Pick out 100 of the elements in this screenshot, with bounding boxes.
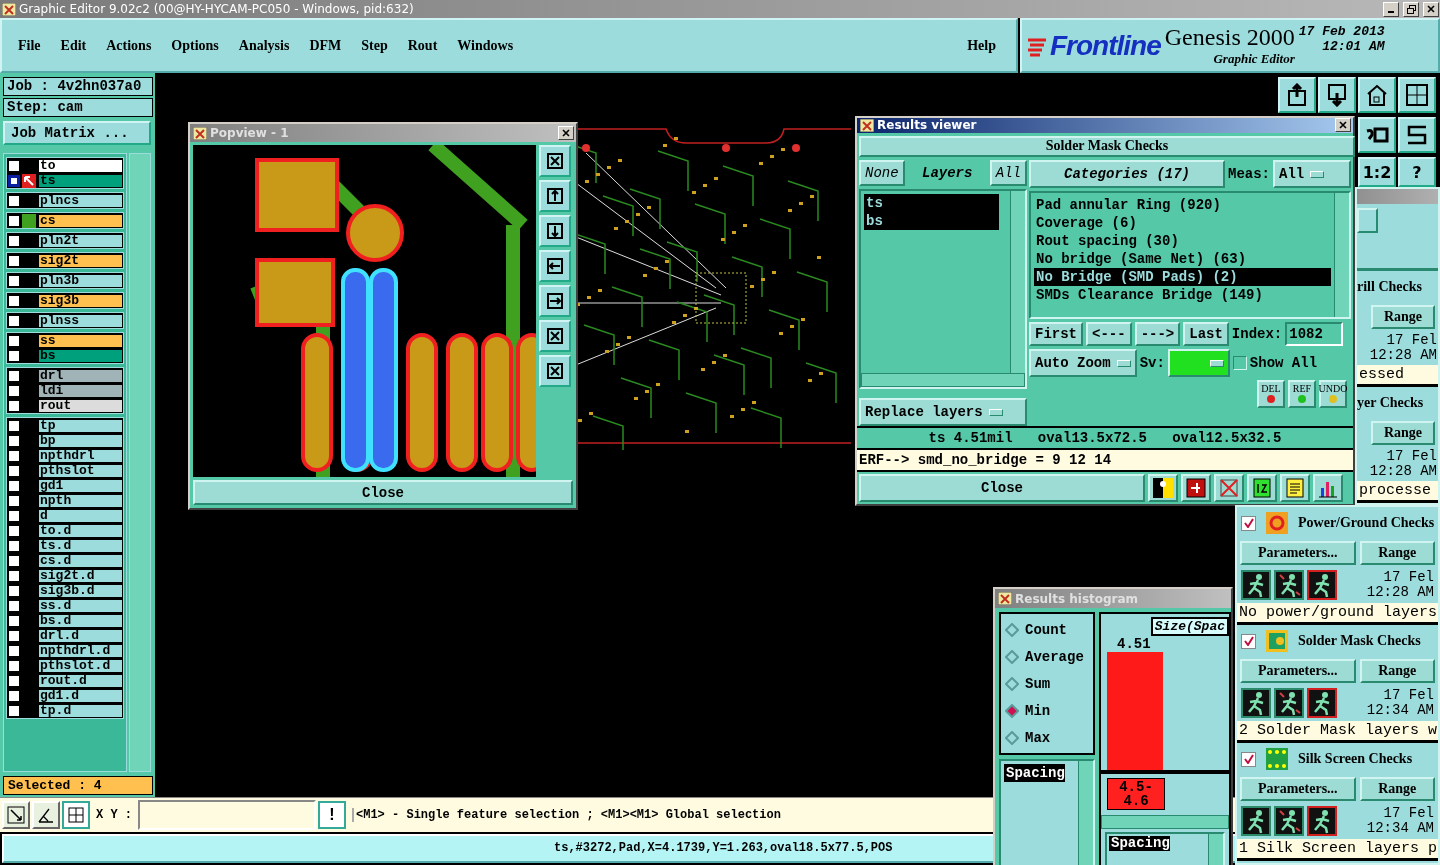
radio-button[interactable] [1005,622,1019,637]
layer-item[interactable]: ts [864,194,999,212]
layer-name[interactable]: cs.d [38,553,123,568]
radio-button[interactable] [1005,703,1019,718]
house-icon[interactable] [1358,77,1396,113]
numbered-page-icon[interactable] [1247,474,1277,502]
nav-button[interactable]: Last [1183,322,1229,346]
layer-name[interactable]: rout.d [38,673,123,688]
nav-button[interactable]: First [1029,322,1083,346]
alert-button[interactable]: ! [318,801,346,829]
close-button[interactable] [1335,118,1351,133]
action-button[interactable]: DEL [1257,380,1285,408]
category-item[interactable]: No bridge (Same Net) (63) [1034,250,1331,268]
running-figure-icon[interactable] [1274,806,1304,836]
scrollbar[interactable] [1334,193,1349,317]
layer-name[interactable]: rout [38,398,123,413]
layer-name[interactable]: gd1 [38,478,123,493]
scrollbar[interactable] [861,373,1025,387]
scrollbar[interactable] [1208,834,1223,865]
list-item[interactable]: Spacing [1109,836,1170,851]
show-all-checkbox[interactable] [1232,356,1247,370]
layer-name[interactable]: to.d [38,523,123,538]
layer-name[interactable]: sig2t.d [38,568,123,583]
check-checkbox[interactable] [1241,633,1256,649]
layer-checkbox[interactable] [8,599,20,612]
layer-name[interactable]: sig2t [38,253,123,268]
nav-button[interactable]: <--- [1086,322,1132,346]
layer-name[interactable]: pln2t [38,233,123,248]
layer-name[interactable]: bs.d [38,613,123,628]
menu-item[interactable]: Windows [447,37,524,54]
layer-checkbox[interactable] [8,274,20,287]
index-field[interactable]: 1082 [1285,322,1344,346]
view-tool-icon[interactable] [539,250,571,283]
layer-checkbox[interactable] [8,254,20,267]
layer-checkbox[interactable] [8,659,20,672]
layer-name[interactable]: drl.d [38,628,123,643]
layer-name[interactable]: ss [38,333,123,348]
layer-checkbox[interactable] [8,449,20,462]
layer-checkbox[interactable] [8,214,20,227]
close-button[interactable] [1423,1,1439,17]
menu-item[interactable]: Analysis [228,37,300,54]
check-checkbox[interactable] [1241,751,1256,767]
layer-checkbox[interactable] [8,234,20,247]
layer-name[interactable]: bs [38,348,123,363]
layer-checkbox[interactable] [8,384,20,397]
panel-button[interactable] [1357,208,1378,234]
meas-dropdown[interactable]: All [1273,160,1351,188]
menu-item[interactable]: DFM [299,37,352,54]
range-button[interactable]: Range [1359,777,1435,801]
running-figure-icon[interactable] [1241,806,1271,836]
layer-checkbox[interactable] [8,479,20,492]
close-button[interactable]: Close [193,480,573,505]
job-matrix-button[interactable]: Job Matrix ... [3,121,151,145]
action-button[interactable]: REF [1288,380,1316,408]
person-icon[interactable] [1148,474,1178,502]
check-checkbox[interactable] [1241,515,1256,531]
severity-dropdown[interactable] [1167,349,1230,377]
layer-checkbox[interactable] [8,369,20,382]
view-tool-icon[interactable] [539,145,571,178]
menu-item[interactable]: Actions [96,37,162,54]
view-tool-icon[interactable] [539,355,571,388]
none-button[interactable]: None [859,160,905,186]
toolbar-button[interactable]: ? [1398,157,1436,187]
scrollbar[interactable] [1078,761,1093,865]
category-item[interactable]: Coverage (6) [1034,214,1331,232]
menu-item[interactable]: File [8,37,51,54]
layer-checkbox[interactable] [8,399,20,412]
layer-checkbox[interactable] [8,509,20,522]
view-tool-icon[interactable] [539,180,571,213]
layer-name[interactable]: pthslot [38,463,123,478]
menu-item[interactable]: Options [161,37,229,54]
layer-checkbox[interactable] [8,569,20,582]
running-figure-icon[interactable] [1274,570,1304,600]
layer-checkbox[interactable] [8,434,20,447]
layer-name[interactable]: tp [38,418,123,433]
radio-button[interactable] [1005,676,1019,691]
all-button[interactable]: All [989,160,1027,186]
layer-checkbox[interactable] [8,314,20,327]
note-icon[interactable] [1280,474,1310,502]
angle-icon[interactable] [32,801,60,829]
layer-name[interactable]: tp.d [38,703,123,718]
crossed-out-icon[interactable] [1214,474,1244,502]
menu-item[interactable]: Rout [397,37,448,54]
layer-name[interactable]: ts.d [38,538,123,553]
layer-name[interactable]: sig3b [38,293,123,308]
tray-down-icon[interactable] [1318,77,1356,113]
exit-icon[interactable] [1181,474,1211,502]
category-item[interactable]: SMDs Clearance Bridge (149) [1034,286,1331,304]
parameters-button[interactable]: Parameters... [1240,777,1356,801]
layer-checkbox[interactable] [8,294,20,307]
restore-button[interactable] [1403,1,1419,17]
scrollbar[interactable] [1101,815,1229,829]
running-figure-icon[interactable] [1241,570,1271,600]
layer-checkbox[interactable] [8,689,20,702]
range-button[interactable]: Range [1359,659,1435,683]
range-button[interactable]: Range [1371,421,1435,445]
layer-item[interactable]: bs [864,212,999,230]
category-item[interactable]: No Bridge (SMD Pads) (2) [1034,268,1331,286]
layer-checkbox[interactable] [8,334,20,347]
running-figure-icon[interactable] [1241,688,1271,718]
